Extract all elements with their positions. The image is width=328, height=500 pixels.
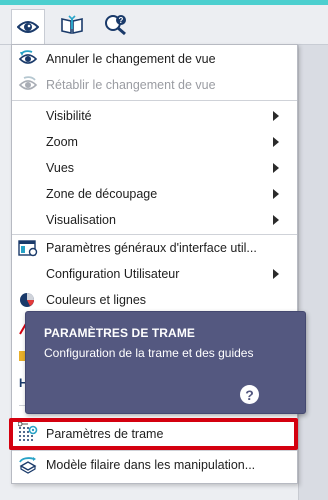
menu-item-general-ui-settings[interactable]: Paramètres généraux d'interface util... <box>12 235 297 261</box>
undo-view-icon <box>18 50 38 68</box>
menu-separator <box>12 450 297 451</box>
menu-item-views[interactable]: Vues <box>12 155 297 181</box>
submenu-arrow-icon <box>273 111 279 121</box>
grid-params-tooltip: PARAMÈTRES DE TRAME Configuration de la … <box>25 311 306 414</box>
documentation-button[interactable] <box>55 9 89 43</box>
menu-item-label: Rétablir le changement de vue <box>46 78 216 92</box>
submenu-arrow-icon <box>273 189 279 199</box>
menu-item-label: Couleurs et lignes <box>46 293 147 307</box>
view-eye-icon <box>16 19 40 38</box>
submenu-arrow-icon <box>273 269 279 279</box>
menu-separator <box>12 100 297 101</box>
menu-item-label: Visibilité <box>46 109 92 123</box>
help-search-icon: ? <box>104 14 128 39</box>
menu-item-label: Vues <box>46 161 75 175</box>
submenu-arrow-icon <box>273 137 279 147</box>
window-settings-icon <box>18 239 38 257</box>
menu-item-label: Visualisation <box>46 213 116 227</box>
menu-item-redo-view: Rétablir le changement de vue <box>12 72 297 98</box>
submenu-arrow-icon <box>273 215 279 225</box>
redo-view-icon <box>18 76 38 94</box>
menu-item-label: Modèle filaire dans les manipulation... <box>46 458 256 472</box>
menu-item-zoom[interactable]: Zoom <box>12 129 297 155</box>
menu-item-visualisation[interactable]: Visualisation <box>12 207 297 233</box>
menu-item-label: Paramètres généraux d'interface util... <box>46 241 257 255</box>
tooltip-title: PARAMÈTRES DE TRAME <box>44 326 196 340</box>
menu-item-user-config[interactable]: Configuration Utilisateur <box>12 261 297 287</box>
help-icon[interactable]: ? <box>240 385 259 404</box>
menu-item-wireframe[interactable]: Modèle filaire dans les manipulation... <box>12 452 297 478</box>
menu-item-visibility[interactable]: Visibilité <box>12 103 297 129</box>
menu-item-label: Configuration Utilisateur <box>46 267 180 281</box>
help-button[interactable]: ? <box>99 9 133 43</box>
tooltip-description: Configuration de la trame et des guides <box>44 346 254 360</box>
wireframe-rotate-icon <box>18 456 38 474</box>
book-icon <box>60 14 84 38</box>
pie-palette-icon <box>18 291 38 309</box>
menu-item-label: Zone de découpage <box>46 187 158 201</box>
menu-item-undo-view[interactable]: Annuler le changement de vue <box>12 46 297 72</box>
menu-item-colors-lines[interactable]: Couleurs et lignes <box>12 287 297 313</box>
highlight-box <box>9 418 298 450</box>
menu-item-label: Annuler le changement de vue <box>46 52 216 66</box>
menu-item-label: Zoom <box>46 135 78 149</box>
background-panel <box>298 45 328 500</box>
menu-item-clip-zone[interactable]: Zone de découpage <box>12 181 297 207</box>
toolbar: ? <box>0 5 328 46</box>
svg-text:?: ? <box>119 16 124 25</box>
submenu-arrow-icon <box>273 163 279 173</box>
view-menu-button[interactable] <box>11 9 45 46</box>
